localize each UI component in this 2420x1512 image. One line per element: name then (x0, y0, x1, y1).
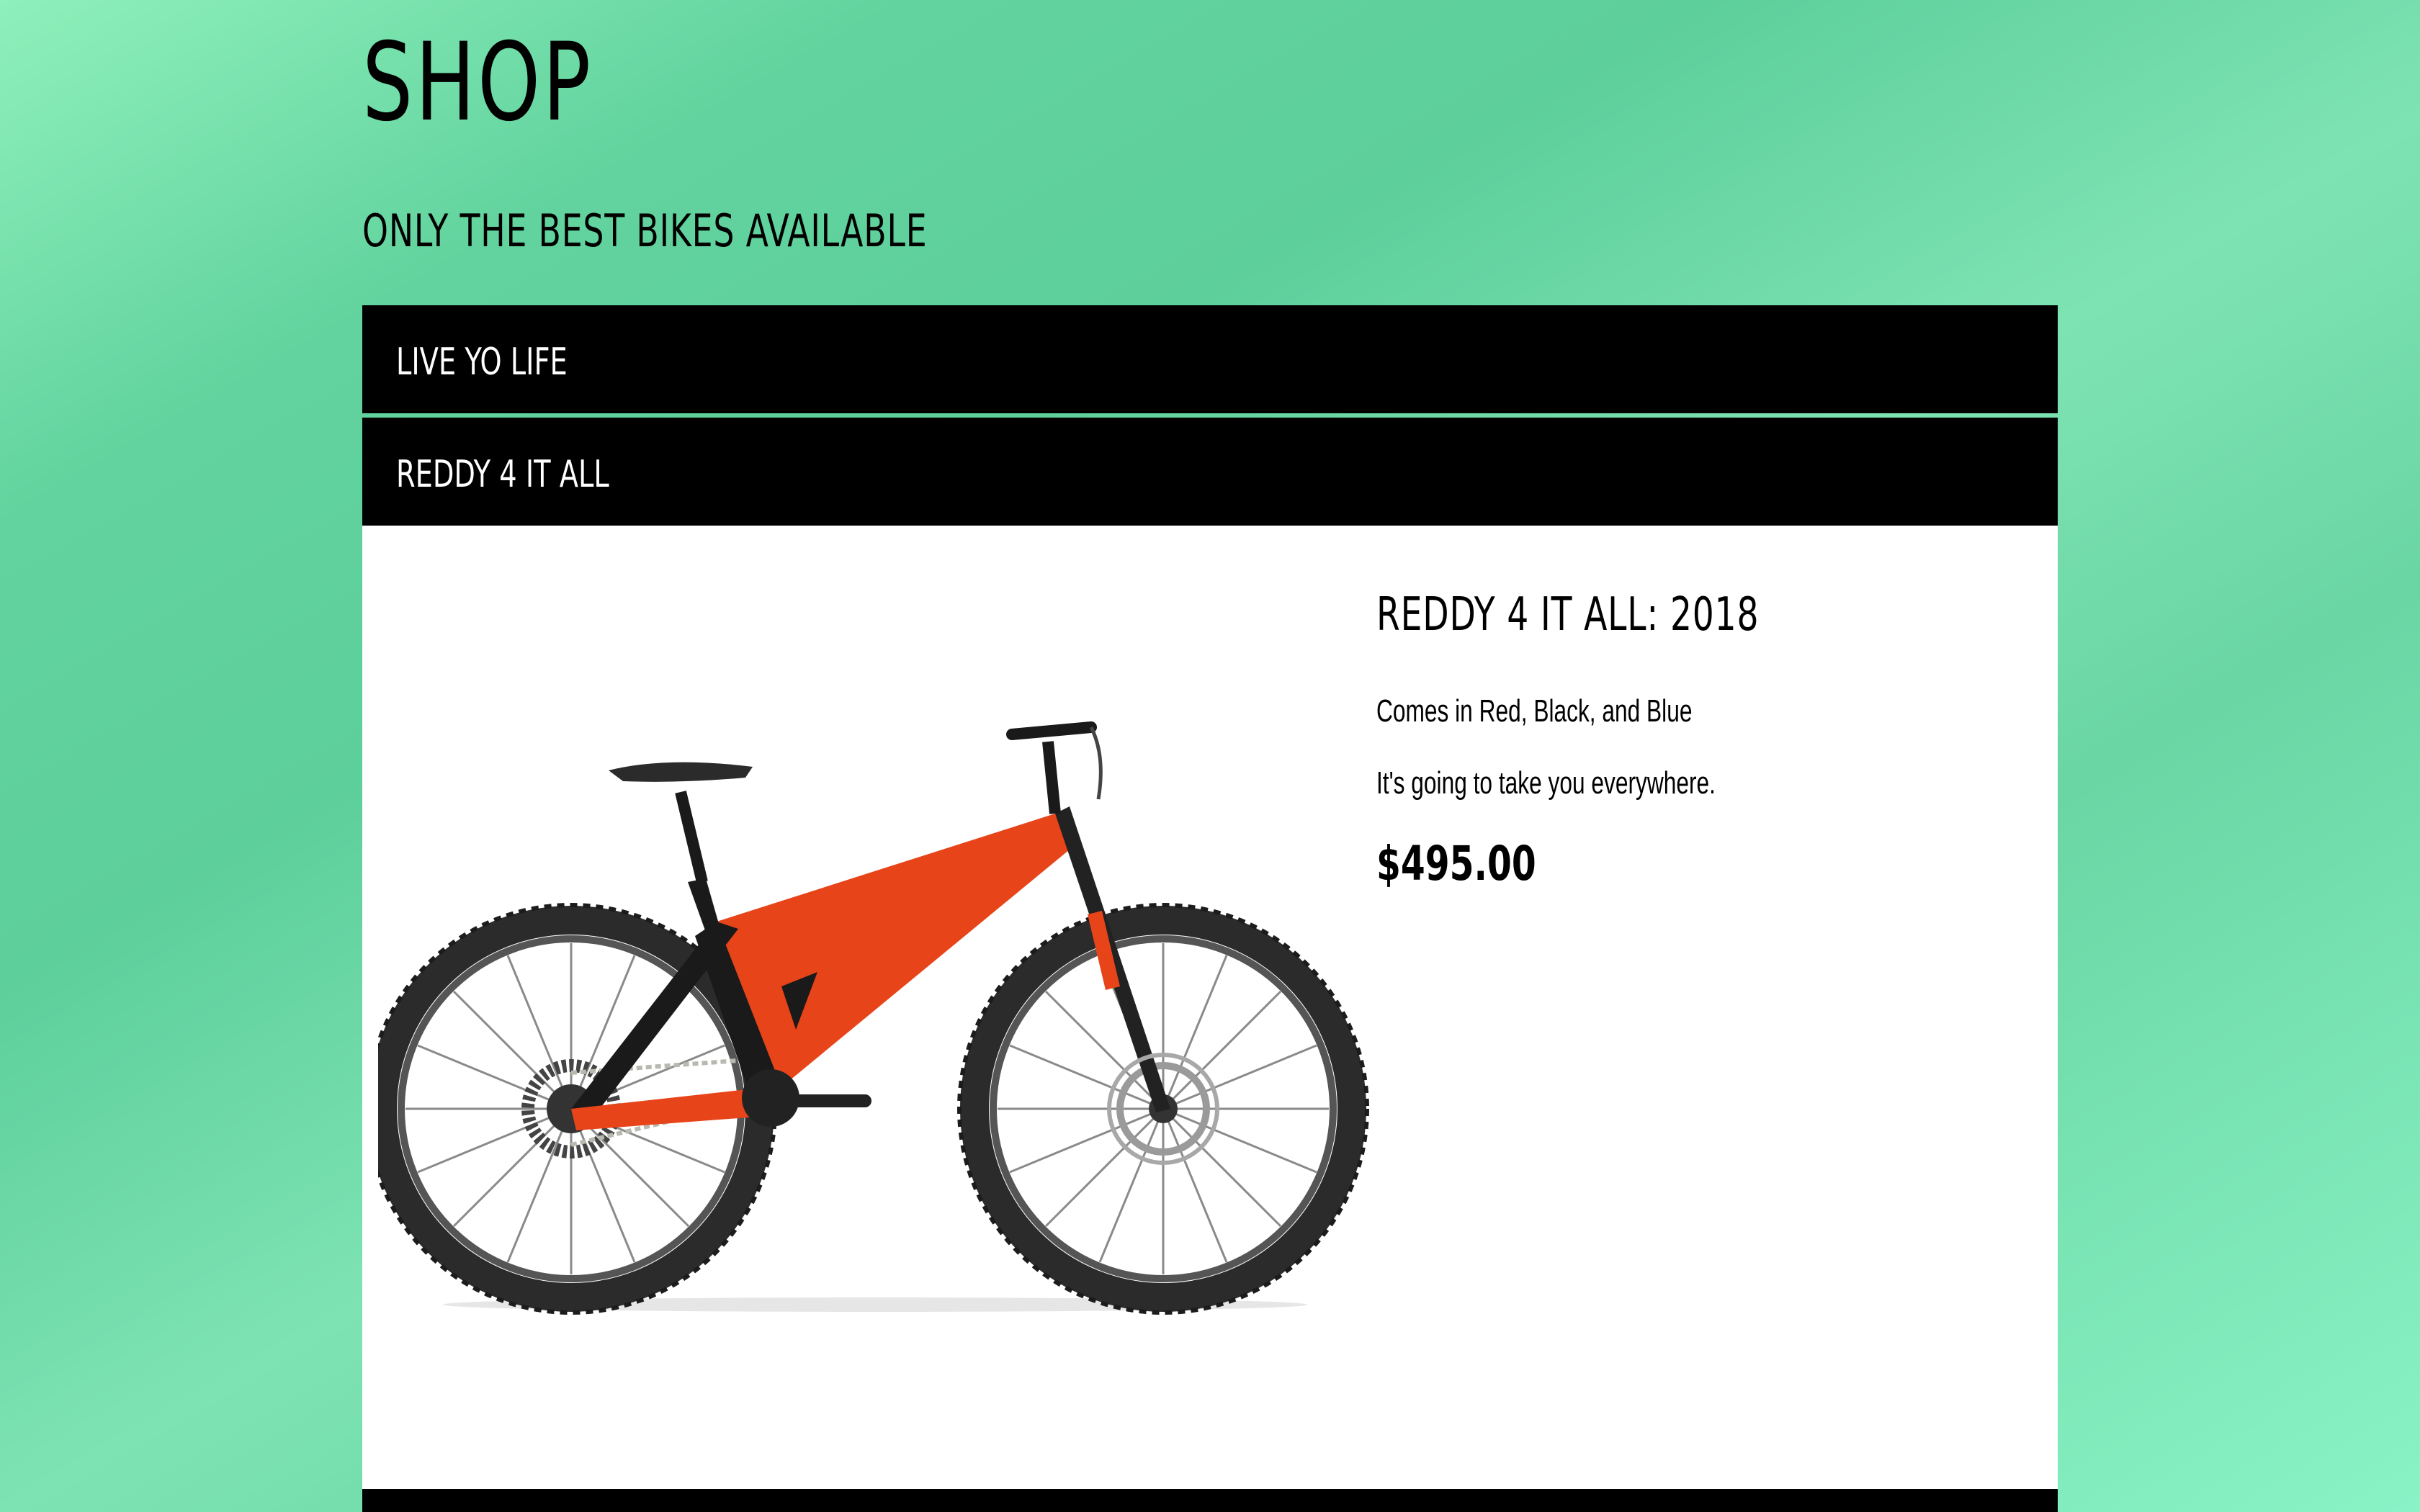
accordion-header-reddy-4-it-all[interactable]: REDDY 4 IT ALL (362, 418, 2058, 526)
accordion-label: REDDY 4 IT ALL (396, 453, 609, 496)
accordion-panel-reddy-4-it-all: REDDY 4 IT ALL: 2018 Comes in Red, Black… (362, 526, 2058, 1489)
product-title: REDDY 4 IT ALL: 2018 (1376, 588, 1760, 642)
accordion-label: LIVE YO LIFE (396, 341, 568, 384)
accordion-header-live-yo-life[interactable]: LIVE YO LIFE (362, 305, 2058, 413)
product-description-line: Comes in Red, Black, and Blue (1376, 693, 1693, 729)
product-price: $495.00 (1376, 836, 1536, 891)
page-title: SHOP (362, 20, 593, 145)
mountain-bike-image (378, 721, 1369, 1315)
accordion-header-next[interactable] (362, 1489, 2058, 1512)
page-subtitle: ONLY THE BEST BIKES AVAILABLE (362, 204, 928, 257)
product-description-line: It's going to take you everywhere. (1376, 765, 1716, 801)
